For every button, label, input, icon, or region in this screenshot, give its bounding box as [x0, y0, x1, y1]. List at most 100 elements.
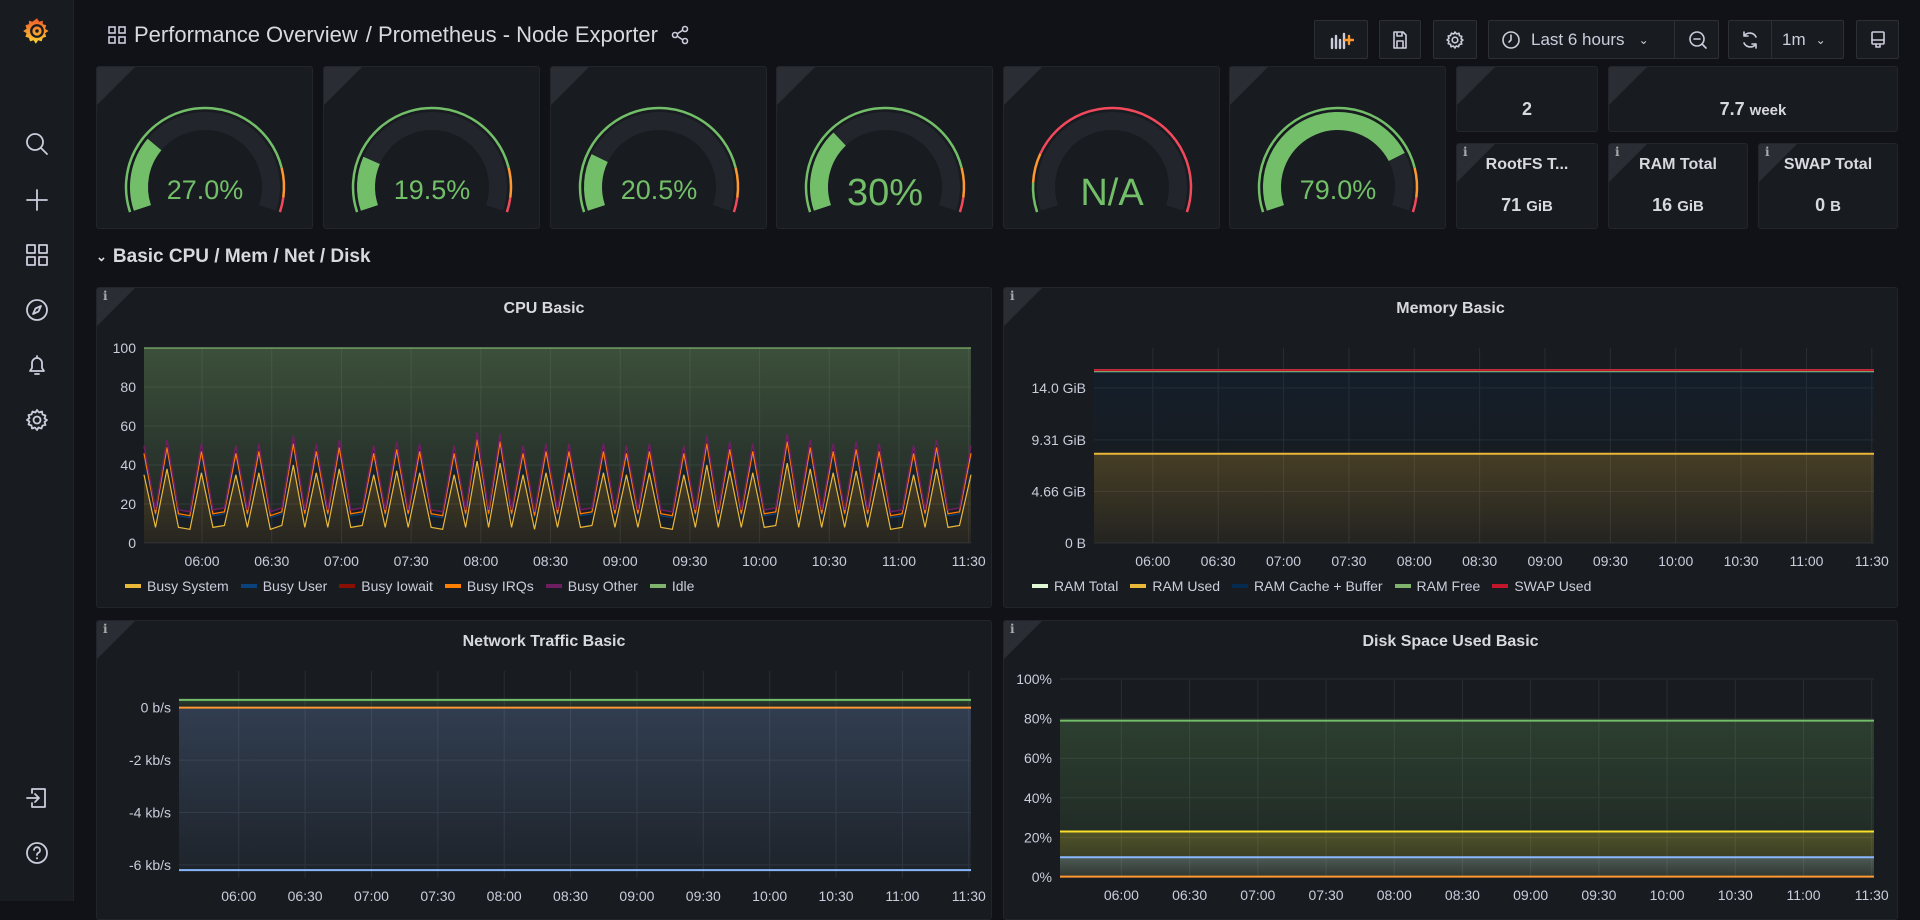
- x-tick-label: 07:30: [420, 888, 455, 904]
- legend-item[interactable]: Busy System: [125, 578, 229, 594]
- legend-item[interactable]: RAM Used: [1130, 578, 1220, 594]
- share-icon[interactable]: [670, 25, 690, 45]
- monitor-icon: [1870, 30, 1885, 48]
- chevron-down-icon: ⌄: [1638, 32, 1649, 47]
- x-tick-label: 07:00: [324, 553, 359, 569]
- x-tick-label: 11:30: [952, 888, 986, 904]
- y-tick-label: 60%: [1024, 750, 1052, 766]
- gear-icon[interactable]: [19, 402, 55, 438]
- legend-label: RAM Free: [1416, 578, 1481, 594]
- bell-icon[interactable]: [19, 347, 55, 383]
- x-tick-label: 06:00: [1135, 553, 1170, 569]
- legend-item[interactable]: Busy User: [240, 578, 328, 594]
- refresh-interval[interactable]: 1m: [1782, 30, 1806, 50]
- panel-network-traffic-basic: i Network Traffic Basic 0 b/s -2 kb/s -4 k…: [96, 620, 992, 920]
- stat-value: 0 B: [1815, 195, 1841, 215]
- gauge-value: 30%: [847, 172, 923, 214]
- gauge-panel: 30%: [776, 66, 993, 229]
- legend-swatch: [1394, 584, 1411, 588]
- legend-label: Busy Other: [567, 578, 638, 594]
- dashboard-settings-button[interactable]: [1433, 20, 1477, 59]
- plus-icon[interactable]: [19, 182, 55, 218]
- search-icon[interactable]: [19, 126, 55, 162]
- grafana-logo-icon[interactable]: [19, 13, 55, 49]
- legend-item[interactable]: Busy Iowait: [339, 578, 433, 594]
- panel-corner: [1004, 67, 1042, 105]
- help-icon[interactable]: [19, 835, 55, 871]
- x-tick-label: 11:00: [1789, 553, 1823, 569]
- cpu-chart: 0 20 40 60 80 100 06:00 06:30 07:00 07:30 08:00 08:…: [113, 340, 986, 569]
- save-icon: [1393, 30, 1407, 49]
- x-tick-label: 06:30: [288, 888, 323, 904]
- gear-icon: [1446, 30, 1464, 49]
- x-tick-label: 07:30: [1331, 553, 1366, 569]
- memory-chart: 0 B 4.66 GiB 9.31 GiB 14.0 GiB 06:00 06:30 07:…: [1032, 348, 1889, 569]
- legend-item[interactable]: Idle: [649, 578, 695, 594]
- gauge-panel: 20.5%: [550, 66, 767, 229]
- refresh-picker[interactable]: 1m ⌄: [1728, 20, 1844, 59]
- dashboards-icon[interactable]: [19, 237, 55, 273]
- y-tick-label: 80: [120, 379, 136, 395]
- legend-item[interactable]: RAM Total: [1032, 578, 1118, 594]
- x-tick-label: 09:00: [603, 553, 638, 569]
- add-panel-button[interactable]: [1314, 20, 1368, 59]
- panel-corner: [1230, 67, 1268, 105]
- panel-title[interactable]: RAM Total: [1609, 156, 1747, 174]
- gauge-panel: 79.0%: [1229, 66, 1446, 229]
- y-tick-label: 0: [128, 535, 136, 551]
- row-title: Basic CPU / Mem / Net / Disk: [112, 246, 371, 267]
- legend-label: Busy User: [262, 578, 328, 594]
- save-dashboard-button[interactable]: [1379, 20, 1421, 59]
- dashboard-grid-icon: [108, 26, 126, 44]
- explore-compass-icon[interactable]: [19, 292, 55, 328]
- dashboard-title: Performance Overview / Prometheus - Node…: [108, 22, 690, 48]
- gauge-threshold-arc: [734, 167, 740, 198]
- panel-corner: [324, 67, 362, 105]
- add-panel-icon: [1330, 32, 1354, 49]
- gauge-panel: N/A: [1003, 66, 1220, 229]
- legend-label: Idle: [671, 578, 695, 594]
- stat-value: 71 GiB: [1501, 195, 1553, 215]
- folder-link[interactable]: Performance Overview: [134, 22, 358, 48]
- x-tick-label: 08:00: [463, 553, 498, 569]
- time-range-picker[interactable]: Last 6 hours ⌄: [1488, 20, 1719, 59]
- zoom-out-icon[interactable]: [1688, 30, 1708, 50]
- series-area: [1094, 371, 1874, 454]
- legend-item[interactable]: Busy IRQs: [444, 578, 534, 594]
- x-tick-label: 08:00: [1397, 553, 1432, 569]
- stat-panel-rootfs-total: i RootFS T... 71 GiB: [1456, 143, 1598, 229]
- tv-mode-button[interactable]: [1856, 20, 1899, 59]
- gauge-value: N/A: [1080, 172, 1144, 214]
- legend-item[interactable]: RAM Free: [1394, 578, 1481, 594]
- panel-corner: [97, 67, 135, 105]
- gauge-threshold-arc: [280, 167, 286, 198]
- sign-in-icon[interactable]: [19, 780, 55, 816]
- panel-corner: [551, 67, 589, 105]
- gauge-threshold-arc: [958, 197, 965, 213]
- stat-panel-swap-total: i SWAP Total 0 B: [1758, 143, 1898, 229]
- chevron-down-icon[interactable]: ⌄: [96, 249, 107, 265]
- dashboard-name[interactable]: / Prometheus - Node Exporter: [366, 22, 658, 48]
- x-tick-label: 09:00: [1527, 553, 1562, 569]
- x-tick-label: 07:00: [354, 888, 389, 904]
- x-tick-label: 11:00: [885, 888, 919, 904]
- y-tick-label: -2 kb/s: [129, 752, 171, 768]
- series-area: [179, 699, 971, 708]
- y-tick-label: 20: [120, 496, 136, 512]
- x-tick-label: 06:30: [254, 553, 289, 569]
- clock-icon: [1502, 30, 1520, 49]
- legend-swatch: [1492, 584, 1509, 588]
- legend-item[interactable]: SWAP Used: [1492, 578, 1591, 594]
- legend-item[interactable]: Busy Other: [545, 578, 638, 594]
- panel-title[interactable]: RootFS T...: [1457, 156, 1597, 174]
- x-tick-label: 08:30: [553, 888, 588, 904]
- series-area: [1060, 857, 1874, 877]
- panel-title[interactable]: SWAP Total: [1759, 156, 1897, 174]
- gauge-panel: 19.5%: [323, 66, 540, 229]
- time-range-label: Last 6 hours: [1531, 29, 1625, 49]
- refresh-icon[interactable]: [1740, 30, 1760, 50]
- top-navbar: Performance Overview / Prometheus - Node…: [74, 0, 1920, 76]
- legend-item[interactable]: RAM Cache + Buffer: [1232, 578, 1383, 594]
- stat-panel-uptime: 7.7 week: [1608, 66, 1898, 132]
- row-header-basic[interactable]: ⌄ Basic CPU / Mem / Net / Disk: [96, 246, 371, 268]
